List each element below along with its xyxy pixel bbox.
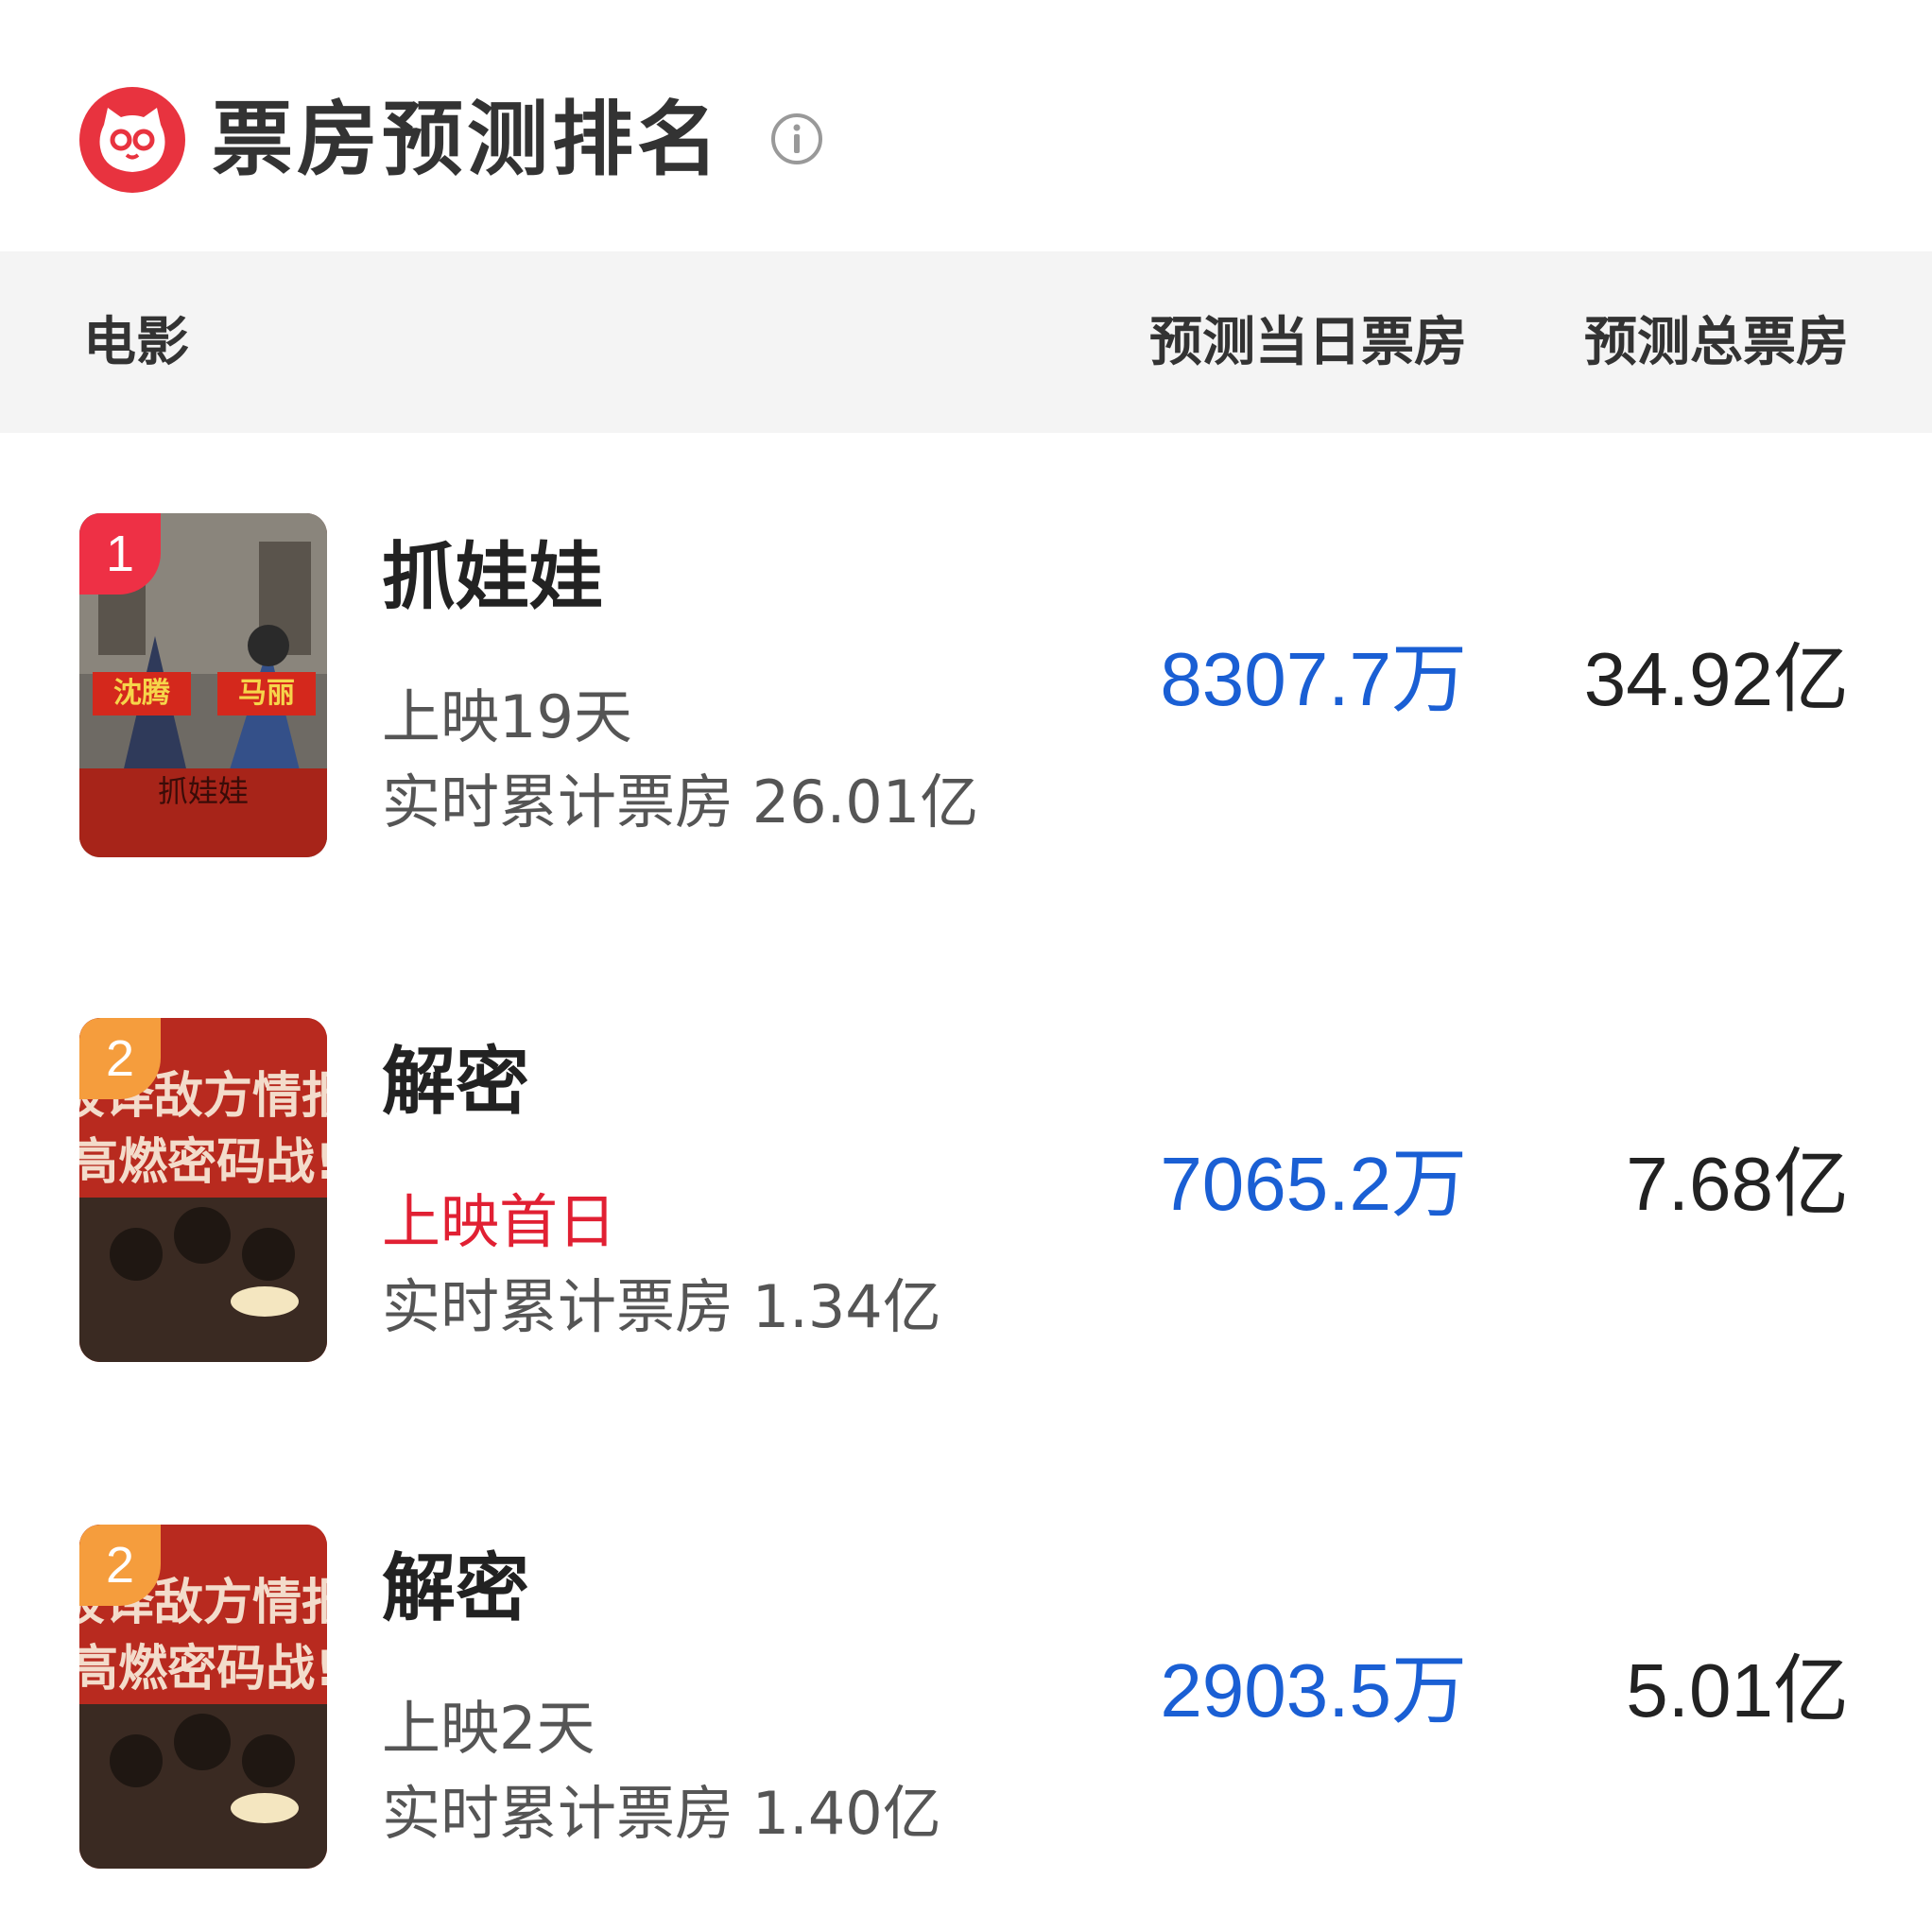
- day-prediction-value: 7065.2万: [1160, 1142, 1467, 1226]
- total-prediction-value: 7.68亿: [1626, 1142, 1849, 1226]
- page-title: 票房预测排名: [212, 93, 722, 187]
- movie-row[interactable]: 破译敌方情报 高燃密码战! 2 解密 上映2天 实时累计票房 1.40亿 290…: [0, 1525, 1932, 1903]
- cumulative-box-office: 实时累计票房 1.40亿: [382, 1779, 941, 1848]
- svg-text:高燃密码战!: 高燃密码战!: [79, 1134, 327, 1191]
- movie-poster[interactable]: 破译敌方情报 高燃密码战! 2: [79, 1018, 327, 1362]
- maoyan-cat-logo-icon: [79, 87, 185, 193]
- release-status: 上映首日: [382, 1187, 617, 1256]
- movie-title[interactable]: 解密: [382, 1037, 529, 1128]
- movie-title[interactable]: 解密: [382, 1543, 529, 1634]
- day-prediction-value: 8307.7万: [1160, 637, 1467, 721]
- table-header: 电影 预测当日票房 预测总票房: [0, 251, 1932, 433]
- page-header: 票房预测排名: [0, 0, 1932, 251]
- rank-badge: 2: [79, 1018, 161, 1099]
- cumulative-box-office: 实时累计票房 1.34亿: [382, 1272, 941, 1341]
- info-icon[interactable]: [769, 112, 824, 166]
- movie-poster[interactable]: 沈腾 马丽 抓娃娃 1: [79, 513, 327, 857]
- movie-title[interactable]: 抓娃娃: [382, 532, 603, 623]
- total-prediction-value: 5.01亿: [1626, 1648, 1849, 1733]
- release-status: 上映2天: [382, 1694, 595, 1763]
- cumulative-box-office: 实时累计票房 26.01亿: [382, 767, 979, 836]
- svg-text:马丽: 马丽: [238, 677, 295, 710]
- movie-row[interactable]: 破译敌方情报 高燃密码战! 2 解密 上映首日 实时累计票房 1.34亿 706…: [0, 1018, 1932, 1396]
- svg-text:抓娃娃: 抓娃娃: [158, 773, 249, 809]
- svg-text:高燃密码战!: 高燃密码战!: [79, 1641, 327, 1698]
- column-header-day-prediction[interactable]: 预测当日票房: [1149, 312, 1467, 374]
- rank-badge: 2: [79, 1525, 161, 1606]
- release-status: 上映19天: [382, 682, 632, 751]
- column-header-movie: 电影: [83, 312, 189, 373]
- movie-poster[interactable]: 破译敌方情报 高燃密码战! 2: [79, 1525, 327, 1869]
- column-header-total-prediction[interactable]: 预测总票房: [1584, 312, 1849, 374]
- movie-row[interactable]: 沈腾 马丽 抓娃娃 1 抓娃娃 上映19天 实时累计票房 26.01亿 8307…: [0, 513, 1932, 891]
- rank-badge: 1: [79, 513, 161, 595]
- svg-text:沈腾: 沈腾: [113, 677, 171, 710]
- day-prediction-value: 2903.5万: [1160, 1648, 1467, 1733]
- total-prediction-value: 34.92亿: [1583, 637, 1849, 721]
